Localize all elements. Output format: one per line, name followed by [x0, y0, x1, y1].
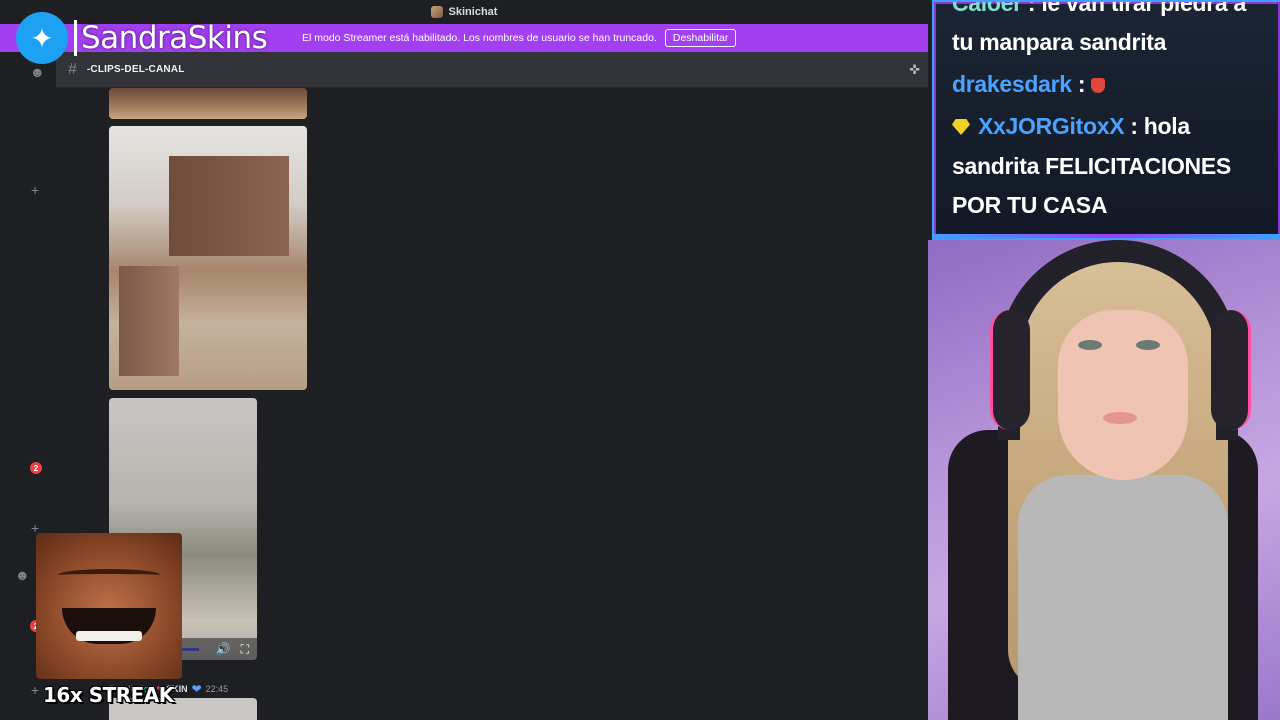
headset-earcup: [990, 310, 1030, 430]
chat-overlay: Caloer : le van tirar piedra a tu manpar…: [932, 0, 1280, 240]
add-icon[interactable]: +: [31, 682, 39, 698]
emote-teeth: [76, 631, 142, 641]
streamer-face: [1058, 310, 1188, 480]
heart-icon: ❤: [191, 682, 202, 696]
streamer-top: [1018, 475, 1228, 720]
chat-username: drakesdark: [952, 71, 1072, 97]
laughing-emote: [36, 533, 182, 679]
image-attachment[interactable]: [109, 88, 307, 119]
image-attachment[interactable]: [109, 126, 307, 390]
webcam-feed: [928, 240, 1280, 720]
chat-text: :: [1071, 71, 1086, 97]
server-icon: [430, 6, 443, 18]
chat-line: POR TU CASA: [952, 192, 1107, 219]
streamer-lips: [1103, 412, 1137, 424]
streak-label: 16x STREAK: [43, 683, 174, 707]
pin-icon[interactable]: ✜: [909, 62, 920, 78]
chat-text: sandrita FELICITACIONES: [952, 153, 1231, 179]
chat-text: : hola: [1124, 113, 1190, 139]
twitter-overlay: ✦ SandraSkins: [16, 12, 268, 64]
chat-text: tu manpara sandrita: [952, 29, 1167, 55]
kitchen-cabinets: [169, 156, 289, 256]
channel-name: -CLIPS-DEL-CANAL: [86, 64, 185, 75]
notification-badge: 2: [30, 462, 42, 474]
chat-line: tu manpara sandrita: [952, 29, 1166, 56]
stream-screen: Skinichat El modo Streamer está habilita…: [0, 0, 1280, 720]
streamer-mode-message: El modo Streamer está habilitado. Los no…: [302, 32, 657, 44]
chat-line: sandrita FELICITACIONES: [952, 153, 1231, 180]
chat-line: XxJORGitoxX : hola: [952, 113, 1190, 140]
chat-line: drakesdark :: [952, 71, 1106, 98]
twitter-handle: SandraSkins: [81, 20, 268, 56]
chat-line: Caloer : le van tirar piedra a: [952, 0, 1246, 17]
chat-username: XxJORGitoxX: [978, 113, 1125, 139]
fullscreen-icon[interactable]: ⛶: [241, 642, 249, 657]
gem-icon: [952, 119, 970, 135]
chat-text: POR TU CASA: [952, 192, 1108, 218]
kitchen-counter: [119, 266, 179, 376]
disable-streamer-mode-button[interactable]: Deshabilitar: [664, 29, 737, 47]
friends-icon[interactable]: ☻: [30, 64, 45, 80]
volume-icon[interactable]: 🔊: [216, 642, 231, 656]
headset-earcup: [1211, 310, 1251, 430]
message-timestamp: 22:45: [205, 684, 229, 694]
message-list: 🔊 ⛶ Patallador ❤ SKIN ❤ 22:45: [56, 88, 928, 720]
twitter-icon: ✦: [16, 12, 68, 64]
friends-icon[interactable]: ☻: [15, 567, 30, 583]
mask-icon: [1091, 78, 1106, 93]
window-title: Skinichat: [448, 6, 498, 18]
divider: [74, 20, 77, 56]
chat-username: Caloer: [952, 0, 1022, 16]
add-icon[interactable]: +: [31, 182, 39, 198]
chat-text: : le van tirar piedra a: [1021, 0, 1246, 16]
emote-eyes: [58, 569, 160, 581]
streamer-eye: [1136, 340, 1160, 350]
streamer-eye: [1078, 340, 1102, 350]
